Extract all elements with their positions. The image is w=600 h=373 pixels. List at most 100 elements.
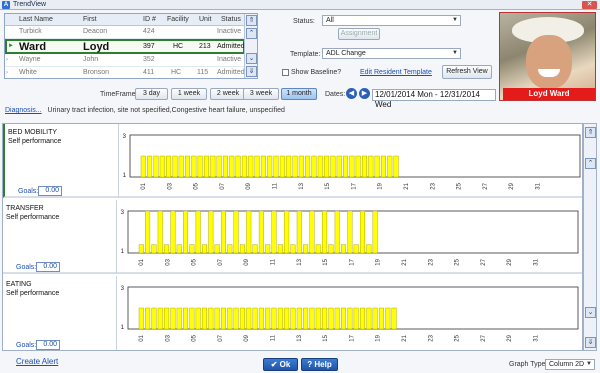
x-tick-label: 19 [376,334,382,341]
template-select-value: ADL Change [326,50,366,57]
table-row[interactable]: › Wayne John 352 Inactive [5,54,245,67]
panel-eating[interactable]: EATING Self performance Goals: 0.00 3 1 01… [3,276,582,350]
timeframe-1-week-button[interactable]: 1 week [171,88,207,100]
bar [170,210,176,254]
date-range-field[interactable]: 12/01/2014 Mon - 12/31/2014 Wed [372,89,496,109]
assignment-button[interactable]: Assignment [338,28,380,40]
cell-last: Wayne [19,56,41,63]
plot-area [127,210,579,254]
x-tick-label: 05 [194,182,200,189]
bar [252,307,258,330]
bar [164,307,170,330]
cell-facility: HC [171,69,182,76]
bar [328,307,334,330]
edit-template-link[interactable]: Edit Resident Template [360,69,432,76]
chevron-down-icon: ▼ [452,50,458,56]
x-tick-label: 23 [428,258,434,265]
scroll-top-icon[interactable]: ⇑ [585,127,596,138]
bar [298,155,304,178]
chevron-down-icon: ▼ [586,361,592,367]
timeframe-3-day-button[interactable]: 3 day [135,88,168,100]
scroll-down-icon[interactable]: ⌄ [585,307,596,318]
goals-label: Goals: [16,342,37,349]
scroll-top-icon[interactable]: ⇑ [246,15,257,26]
timeframe-1-month-button[interactable]: 1 month [281,88,317,100]
x-tick-label: 15 [325,182,331,189]
show-baseline-checkbox[interactable] [282,69,289,76]
next-date-arrow-icon[interactable]: ▶ [359,88,370,99]
close-button[interactable]: ✕ [582,1,597,9]
bar [241,155,247,178]
bar [222,155,228,178]
header-first[interactable]: First [83,16,97,23]
y-tick-label: 3 [121,286,125,292]
ok-button[interactable]: ✔ Ok [263,358,298,371]
bar [353,244,359,254]
scroll-bottom-icon[interactable]: ⇓ [246,66,257,77]
x-tick-label: 29 [507,334,513,341]
bar [157,307,163,330]
bar [195,210,201,254]
panel-title: BED MOBILITY Self performance [8,128,61,146]
bar [145,307,151,330]
panel-bed-mobility[interactable]: BED MOBILITY Self performance Goals: 0.0… [3,124,582,198]
cell-first: Loyd [83,41,110,53]
graph-type-select[interactable]: Column 2D ▼ [545,359,595,370]
table-row[interactable]: › White Bronson 411 HC 115 Admitted [5,67,245,80]
table-row[interactable]: Turbick Deacon 424 Inactive [5,26,245,39]
goals-input[interactable]: 0.00 [36,340,60,350]
timeframe-3-week-button[interactable]: 3 week [243,88,279,100]
x-tick-label: 07 [218,334,224,341]
bar [157,210,163,254]
table-row-selected[interactable]: ► Ward Loyd 397 HC 213 Admitted [5,39,245,54]
scroll-up-icon[interactable]: ⌃ [246,28,257,39]
scroll-bottom-icon[interactable]: ⇓ [585,337,596,348]
bar [347,210,353,254]
timeframe-2-week-button[interactable]: 2 week [210,88,246,100]
header-unit[interactable]: Unit [199,16,211,23]
panel-transfer[interactable]: TRANSFER Self performance Goals: 0.00 31… [3,200,582,274]
status-select[interactable]: All ▼ [322,15,461,26]
cell-last: Ward [19,41,47,53]
x-tick-label: 09 [244,334,250,341]
cell-facility: HC [173,43,184,50]
bar [347,307,353,330]
bar [147,155,153,178]
cell-last: Turbick [19,28,42,35]
help-button[interactable]: ? Help [301,358,338,371]
previous-date-arrow-icon[interactable]: ◀ [346,88,357,99]
header-facility[interactable]: Facility [167,16,189,23]
cell-id: 352 [143,56,155,63]
scroll-down-icon[interactable]: ⌄ [246,53,257,64]
x-tick-label: 15 [323,258,329,265]
x-tick-label: 03 [165,258,171,265]
template-select[interactable]: ADL Change ▼ [322,48,461,59]
diagnosis-link[interactable]: Diagnosis... [5,107,42,114]
photo-face [526,35,572,89]
table-scrollbar[interactable]: ⇑ ⌃ ⌄ ⇓ [244,14,257,78]
x-tick-label: 25 [455,258,461,265]
bar [164,244,170,254]
header-id[interactable]: ID # [143,16,156,23]
bar [284,210,290,254]
x-tick-label: 21 [402,258,408,265]
cell-id: 397 [143,43,155,50]
bar [334,210,340,254]
bar [252,244,258,254]
bar [201,244,207,254]
header-last-name[interactable]: Last Name [19,16,53,23]
x-tick-label: 29 [509,182,515,189]
cell-status: Inactive [217,56,242,63]
goals-input[interactable]: 0.00 [38,186,62,196]
panels-scrollbar[interactable]: ⇑ ⌃ ⌄ ⇓ [583,123,597,351]
bar [153,155,159,178]
header-status[interactable]: Status [221,16,241,23]
scroll-up-icon[interactable]: ⌃ [585,158,596,169]
cell-status: Admitted [217,69,245,76]
create-alert-link[interactable]: Create Alert [16,357,58,366]
status-select-value: All [326,17,334,24]
bar [341,307,347,330]
goals-label: Goals: [18,188,39,195]
goals-input[interactable]: 0.00 [36,262,60,272]
refresh-view-button[interactable]: Refresh View [442,65,492,79]
